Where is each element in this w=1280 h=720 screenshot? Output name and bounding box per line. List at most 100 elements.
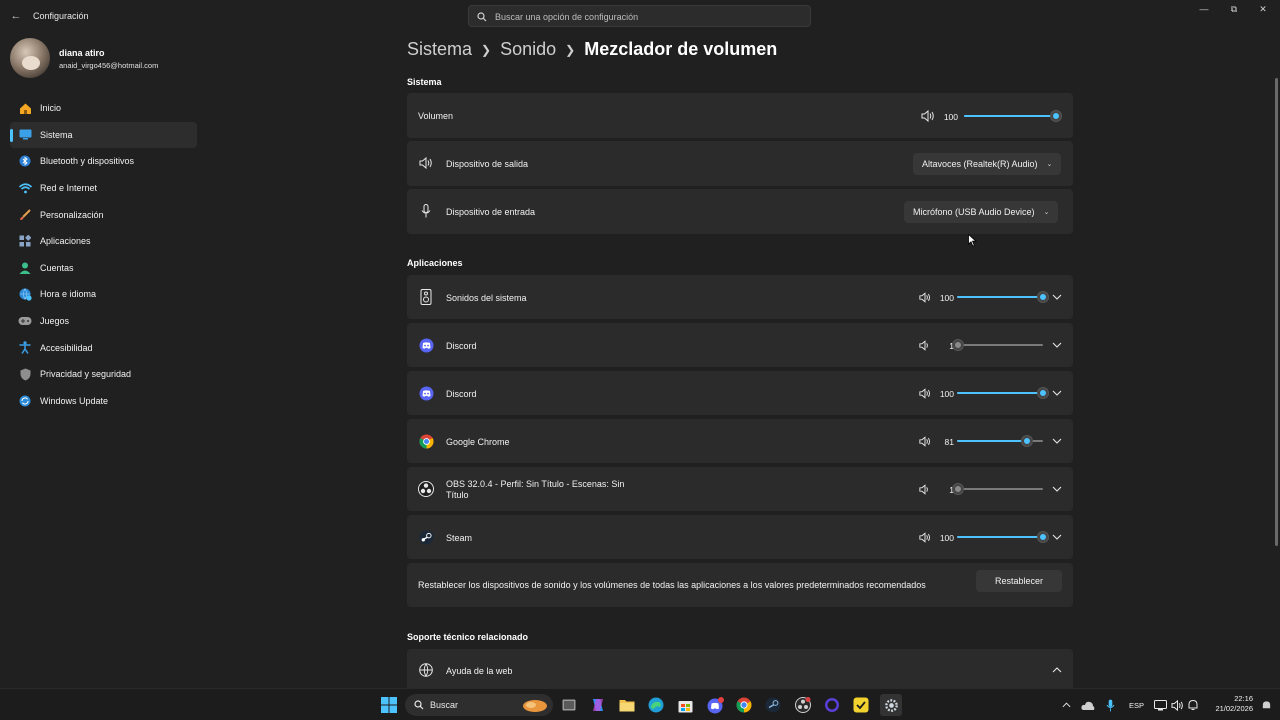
speaker-icon[interactable] [921, 110, 935, 122]
app-circle-icon[interactable] [823, 696, 841, 714]
app-row: Discord 1 [407, 323, 1073, 367]
search-input[interactable] [495, 9, 795, 24]
edge-icon[interactable] [647, 696, 665, 714]
slider-thumb[interactable] [1050, 110, 1062, 122]
input-device-dropdown[interactable]: Micrófono (USB Audio Device) ⌄ [904, 201, 1059, 223]
steam-icon [418, 529, 434, 545]
speaker-low-icon[interactable] [918, 483, 932, 495]
chevron-down-icon[interactable] [1051, 387, 1063, 399]
cloud-sync-icon[interactable] [1080, 696, 1096, 714]
sidebar-item-accesibilidad[interactable]: Accesibilidad [10, 334, 197, 361]
start-icon[interactable] [380, 696, 398, 714]
reset-button[interactable]: Restablecer [976, 570, 1062, 592]
slider-thumb[interactable] [1037, 531, 1049, 543]
breadcrumb-sonido[interactable]: Sonido [500, 39, 556, 60]
app-volume-slider[interactable] [957, 531, 1049, 543]
system-sounds-icon [418, 289, 434, 305]
section-title-sistema: Sistema [407, 77, 442, 87]
output-device-dropdown[interactable]: Altavoces (Realtek(R) Audio) ⌄ [913, 153, 1062, 175]
back-arrow-icon[interactable]: ← [8, 8, 24, 24]
taskbar-search-label: Buscar [430, 700, 459, 710]
obs-taskbar-icon[interactable] [794, 696, 812, 714]
speaker-icon[interactable] [918, 531, 932, 543]
clock[interactable]: 22:16 21/02/2026 [1205, 694, 1253, 714]
chevron-down-icon[interactable] [1051, 483, 1063, 495]
chevron-up-icon[interactable] [1059, 696, 1073, 714]
scrollbar[interactable] [1275, 78, 1278, 546]
chrome-icon [418, 433, 434, 449]
steam-taskbar-icon[interactable] [764, 696, 782, 714]
microphone-icon[interactable] [1102, 696, 1118, 714]
web-help-card[interactable]: Ayuda de la web [407, 649, 1073, 688]
app-volume-slider[interactable] [951, 483, 1043, 495]
minimize-button[interactable]: — [1196, 4, 1212, 18]
clock-date: 21/02/2026 [1215, 704, 1253, 713]
notification-bell-icon[interactable] [1185, 696, 1201, 714]
chrome-taskbar-icon[interactable] [735, 696, 753, 714]
sidebar-item-privacidad[interactable]: Privacidad y seguridad [10, 361, 197, 388]
section-title-soporte: Soporte técnico relacionado [407, 632, 529, 642]
accessibility-icon [18, 341, 32, 355]
restore-button[interactable]: ⧉ [1226, 4, 1242, 18]
settings-taskbar-icon[interactable] [880, 694, 902, 716]
sidebar-nav: Inicio Sistema Bluetooth y dispositivos … [10, 95, 197, 414]
copilot-icon[interactable] [589, 696, 607, 714]
speaker-icon[interactable] [918, 435, 932, 447]
chevron-up-icon[interactable] [1051, 664, 1063, 676]
sidebar-item-hora[interactable]: Hora e idioma [10, 281, 197, 308]
sidebar-item-juegos[interactable]: Juegos [10, 308, 197, 335]
app-volume-slider[interactable] [951, 339, 1043, 351]
app-volume-slider[interactable] [957, 435, 1043, 447]
task-view-icon[interactable] [560, 696, 578, 714]
breadcrumb-sistema[interactable]: Sistema [407, 39, 472, 60]
globe-clock-icon [18, 287, 32, 301]
language-indicator[interactable]: ESP [1129, 701, 1144, 710]
clock-time: 22:16 [1234, 694, 1253, 703]
bluetooth-icon [18, 154, 32, 168]
microsoft-store-icon[interactable] [676, 696, 694, 714]
sidebar-item-red[interactable]: Red e Internet [10, 175, 197, 202]
slider-thumb[interactable] [951, 339, 964, 351]
app-title: Configuración [33, 11, 89, 21]
sidebar-item-cuentas[interactable]: Cuentas [10, 255, 197, 282]
volume-slider[interactable] [964, 110, 1062, 122]
obs-icon [418, 481, 434, 497]
discord-taskbar-icon[interactable] [706, 696, 724, 714]
mouse-cursor-icon [968, 234, 977, 247]
notifications-icon[interactable] [1259, 696, 1273, 714]
speaker-low-icon[interactable] [918, 339, 932, 351]
sidebar-item-aplicaciones[interactable]: Aplicaciones [10, 228, 197, 255]
speaker-icon[interactable] [918, 291, 932, 303]
file-explorer-icon[interactable] [618, 696, 636, 714]
slider-thumb[interactable] [1020, 435, 1033, 447]
globe-icon [418, 662, 434, 678]
sidebar-item-windows-update[interactable]: Windows Update [10, 388, 197, 415]
search-box[interactable] [468, 5, 811, 27]
speaker-icon[interactable] [918, 387, 932, 399]
close-button[interactable]: ✕ [1255, 4, 1271, 18]
app-row: Google Chrome 81 [407, 419, 1073, 463]
user-name: diana atiro [59, 48, 105, 58]
volume-value: 100 [943, 112, 958, 122]
slider-thumb[interactable] [951, 483, 964, 495]
brush-icon [18, 208, 32, 222]
network-icon[interactable] [1152, 696, 1168, 714]
sidebar-item-inicio[interactable]: Inicio [10, 95, 197, 122]
slider-thumb[interactable] [1037, 387, 1049, 399]
slider-thumb[interactable] [1037, 291, 1049, 303]
sidebar-item-sistema[interactable]: Sistema [10, 121, 197, 149]
volume-tray-icon[interactable] [1169, 696, 1185, 714]
app-volume-slider[interactable] [957, 387, 1049, 399]
chevron-down-icon[interactable] [1051, 291, 1063, 303]
chevron-down-icon[interactable] [1051, 435, 1063, 447]
app-volume-value: 100 [939, 389, 954, 399]
tasks-app-icon[interactable] [852, 696, 870, 714]
sidebar-item-personalizacion[interactable]: Personalización [10, 201, 197, 228]
taskbar-search[interactable]: Buscar [405, 694, 553, 716]
chevron-down-icon[interactable] [1051, 339, 1063, 351]
sidebar-item-bluetooth[interactable]: Bluetooth y dispositivos [10, 148, 197, 175]
chevron-right-icon: ❯ [481, 42, 492, 57]
chevron-down-icon[interactable] [1051, 531, 1063, 543]
app-volume-slider[interactable] [957, 291, 1049, 303]
app-name: Discord [446, 389, 477, 399]
